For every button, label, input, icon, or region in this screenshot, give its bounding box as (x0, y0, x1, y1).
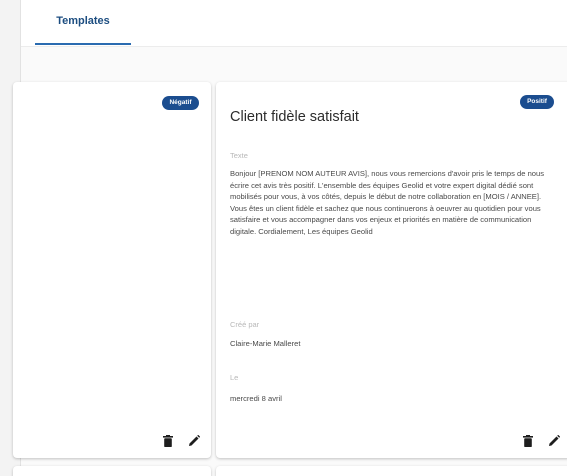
edit-button[interactable] (547, 434, 561, 448)
tab-bar: Templates (21, 0, 567, 47)
template-card-next-left (13, 466, 211, 476)
text-label: Texte (230, 151, 248, 160)
tab-templates[interactable]: Templates (35, 14, 131, 45)
status-badge: Positif (520, 95, 554, 109)
template-card-negative: Négatif (13, 82, 211, 458)
template-card-next-right (216, 466, 567, 476)
card-title: Client fidèle satisfait (230, 109, 359, 125)
status-badge: Négatif (162, 96, 199, 110)
edit-button[interactable] (187, 434, 201, 448)
pencil-icon (189, 435, 200, 446)
date-value: mercredi 8 avril (230, 394, 282, 403)
card-actions (161, 434, 201, 448)
templates-panel: Templates Négatif Client fidèle satisfai… (13, 0, 567, 476)
date-label: Le (230, 373, 239, 382)
delete-button[interactable] (161, 434, 175, 448)
author-label: Créé par (230, 320, 260, 329)
author-name: Claire-Marie Malleret (230, 339, 301, 348)
delete-button[interactable] (521, 434, 535, 448)
card-actions (521, 434, 561, 448)
pencil-icon (549, 435, 560, 446)
template-text: Bonjour [PRENOM NOM AUTEUR AVIS], nous v… (230, 169, 545, 236)
tab-templates-label: Templates (56, 15, 110, 27)
trash-icon (163, 435, 173, 447)
template-card-positive: Client fidèle satisfait Positif Texte Bo… (216, 82, 567, 458)
active-tab-indicator (35, 43, 131, 45)
trash-icon (523, 435, 533, 447)
